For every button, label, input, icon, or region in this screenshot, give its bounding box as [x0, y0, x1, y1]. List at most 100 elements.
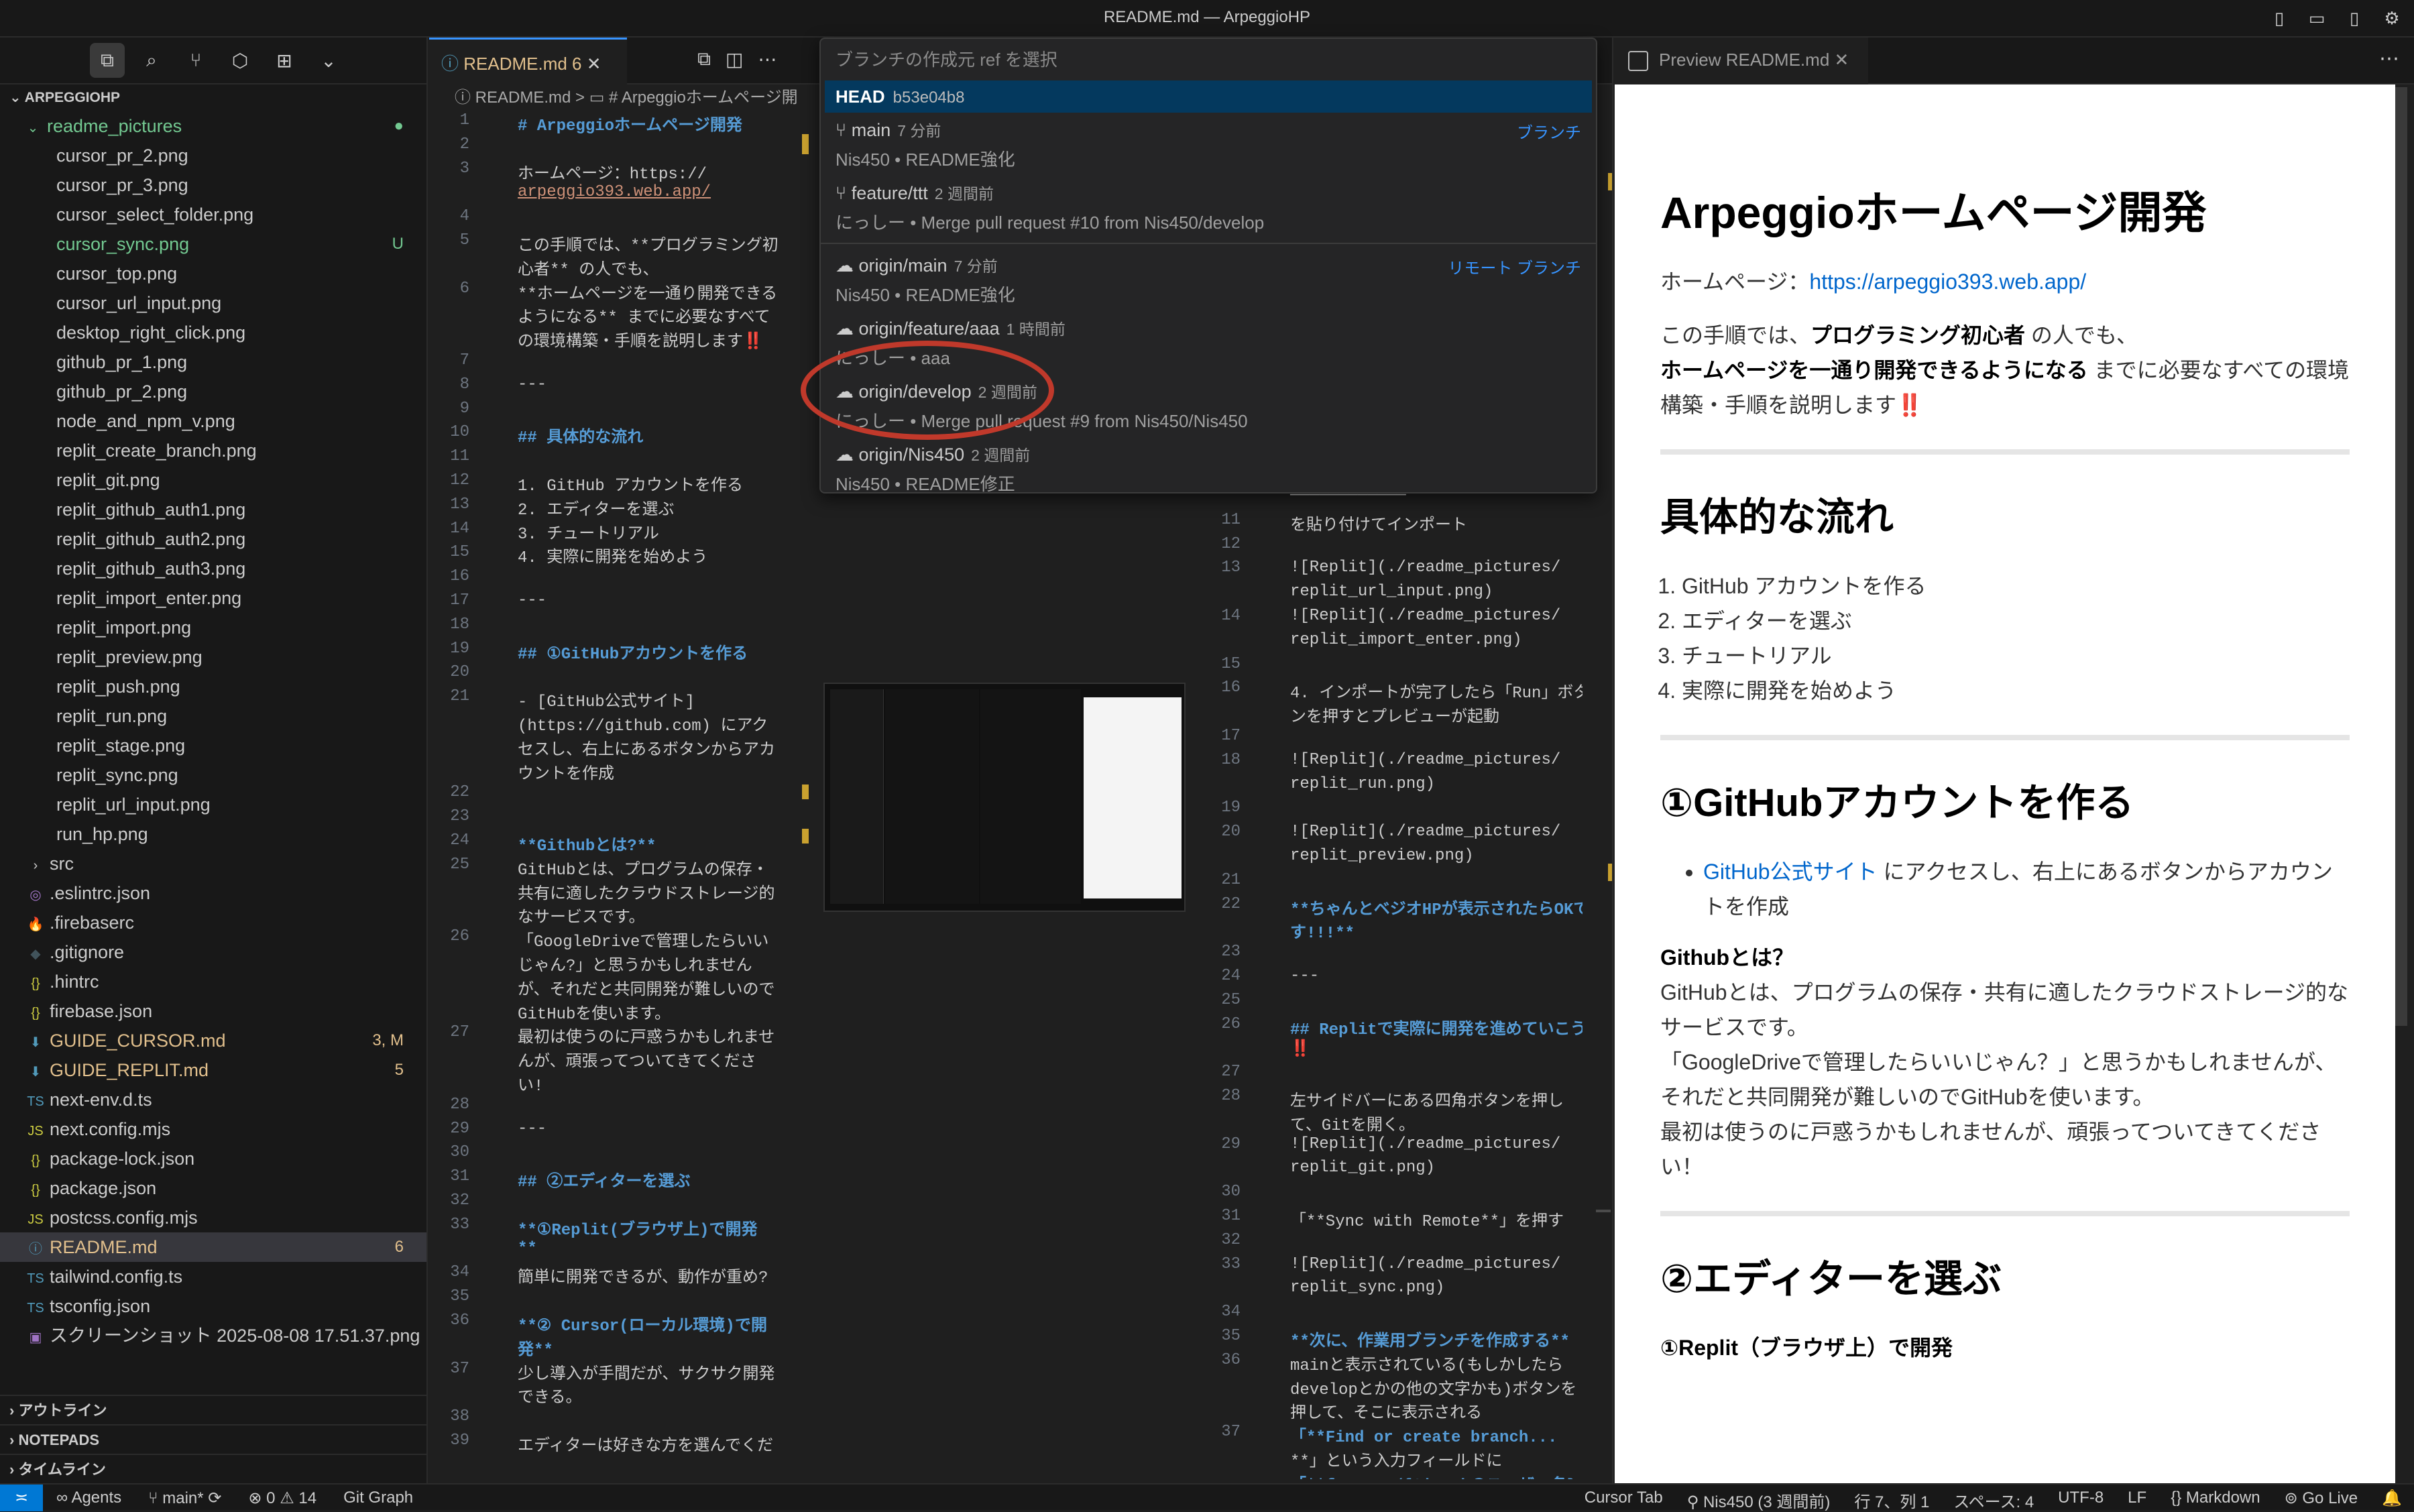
- file-item[interactable]: replit_github_auth2.png: [0, 524, 426, 554]
- file-item[interactable]: TS tsconfig.json: [0, 1291, 426, 1321]
- extensions-box-icon[interactable]: ⬡: [223, 43, 257, 78]
- branch-item-head[interactable]: HEAD b53e04b8: [825, 80, 1592, 113]
- file-item[interactable]: replit_import.png: [0, 613, 426, 642]
- settings-gear-icon[interactable]: ⚙: [2380, 7, 2403, 30]
- chevron-down-icon[interactable]: ⌄: [311, 43, 346, 78]
- close-icon[interactable]: ✕: [1835, 50, 1849, 70]
- file-item[interactable]: {} firebase.json: [0, 996, 426, 1026]
- file-item[interactable]: replit_import_enter.png: [0, 583, 426, 613]
- file-item[interactable]: {} .hintrc: [0, 967, 426, 996]
- file-item[interactable]: cursor_pr_2.png: [0, 141, 426, 170]
- toggle-sidebar-icon[interactable]: ▯: [2268, 7, 2291, 30]
- folder-readme-pictures[interactable]: ⌄ readme_pictures ●: [0, 111, 426, 141]
- more-actions-icon[interactable]: ⋯: [2379, 47, 2399, 70]
- code-line: **ちゃんとベジオHPが表示されたらOKで: [1290, 900, 1583, 919]
- scrollbar-thumb[interactable]: [1596, 1210, 1611, 1212]
- eol[interactable]: LF: [2128, 1489, 2146, 1512]
- file-item[interactable]: run_hp.png: [0, 819, 426, 849]
- file-item[interactable]: TS tailwind.config.ts: [0, 1262, 426, 1291]
- cursor-position[interactable]: 行 7、列 1: [1854, 1489, 1929, 1512]
- file-item[interactable]: ⬇ GUIDE_CURSOR.md 3, M: [0, 1026, 426, 1055]
- file-item[interactable]: cursor_url_input.png: [0, 288, 426, 318]
- home-link[interactable]: https://arpeggio393.web.app/: [1809, 270, 2086, 294]
- file-item[interactable]: 🔥 .firebaserc: [0, 908, 426, 937]
- file-item[interactable]: ⓘ README.md 6: [0, 1232, 426, 1262]
- agents-item[interactable]: ∞ Agents: [56, 1489, 121, 1508]
- split-editor-icon[interactable]: ◫: [726, 48, 743, 70]
- file-item[interactable]: replit_github_auth3.png: [0, 554, 426, 583]
- thumbnail-code: [885, 689, 979, 904]
- file-item[interactable]: replit_run.png: [0, 701, 426, 731]
- explorer-root[interactable]: ⌄ ARPEGGIOHP: [0, 84, 426, 111]
- file-item[interactable]: JS postcss.config.mjs: [0, 1203, 426, 1232]
- remote-indicator-icon[interactable]: ≍: [0, 1485, 43, 1511]
- code-line: ‼️: [1290, 1041, 1310, 1059]
- branch-item[interactable]: ⑂ main* ⟳: [148, 1489, 221, 1508]
- search-icon[interactable]: ⌕: [134, 43, 169, 78]
- file-item[interactable]: node_and_npm_v.png: [0, 406, 426, 436]
- code-line: て、Gitを開く。: [1290, 1116, 1416, 1135]
- notifications-bell-icon[interactable]: 🔔: [2382, 1489, 2402, 1512]
- thumbnail-preview: [1084, 697, 1182, 898]
- code-line: replit_run.png): [1290, 774, 1436, 793]
- section-notepads[interactable]: › NOTEPADS: [0, 1424, 426, 1454]
- file-item[interactable]: {} package.json: [0, 1173, 426, 1203]
- section-outline[interactable]: › アウトライン: [0, 1395, 426, 1424]
- branch-name: ☁ origin/feature/aaa 1 時間前: [836, 316, 1066, 339]
- tab-preview[interactable]: Preview README.md ✕: [1613, 38, 1868, 84]
- file-item[interactable]: replit_sync.png: [0, 760, 426, 790]
- file-item[interactable]: github_pr_2.png: [0, 377, 426, 406]
- file-item[interactable]: ⬇ GUIDE_REPLIT.md 5: [0, 1055, 426, 1085]
- file-item[interactable]: ▣ スクリーンショット 2025-08-08 17.51.37.png: [0, 1321, 426, 1350]
- file-item[interactable]: ◎ .eslintrc.json: [0, 878, 426, 908]
- tab-readme[interactable]: ⓘ README.md 6 ✕: [429, 38, 627, 84]
- branch-picker-input[interactable]: ブランチの作成元 ref を選択: [821, 39, 1596, 80]
- remote-explorer-icon[interactable]: ⊞: [267, 43, 302, 78]
- file-item[interactable]: cursor_top.png: [0, 259, 426, 288]
- branch-item[interactable]: ☁ origin/Nis450 2 週間前 Nis450 • README修正: [821, 437, 1596, 500]
- file-item[interactable]: github_pr_1.png: [0, 347, 426, 377]
- code-line: ## 具体的な流れ: [518, 429, 644, 448]
- file-item[interactable]: replit_create_branch.png: [0, 436, 426, 465]
- branch-label: feature/ttt: [851, 183, 928, 203]
- code-line: 少し導入が手間だが、サクサク開発: [518, 1365, 775, 1384]
- open-preview-icon[interactable]: ⧉: [697, 48, 711, 70]
- toggle-panel-icon[interactable]: ▭: [2305, 7, 2328, 30]
- toggle-secondary-sidebar-icon[interactable]: ▯: [2343, 7, 2366, 30]
- file-item[interactable]: JS next.config.mjs: [0, 1114, 426, 1144]
- branch-item[interactable]: ⑂ main 7 分前 Nis450 • README強化 ブランチ: [821, 113, 1596, 176]
- source-control-icon[interactable]: ⑂: [178, 43, 213, 78]
- file-item[interactable]: desktop_right_click.png: [0, 318, 426, 347]
- more-actions-icon[interactable]: ⋯: [758, 48, 777, 70]
- file-item[interactable]: cursor_select_folder.png: [0, 200, 426, 229]
- git-graph-item[interactable]: Git Graph: [343, 1489, 413, 1508]
- file-item[interactable]: replit_push.png: [0, 672, 426, 701]
- file-item[interactable]: ◆ .gitignore: [0, 937, 426, 967]
- language-mode[interactable]: {} Markdown: [2171, 1489, 2260, 1512]
- branch-item[interactable]: ⑂ feature/ttt 2 週間前 にっしー • Merge pull requ…: [821, 176, 1596, 239]
- close-icon[interactable]: ✕: [587, 54, 601, 74]
- folder-item[interactable]: › src: [0, 849, 426, 878]
- editor-left-pane[interactable]: 1 # Arpeggioホームページ開発 2 3 ホームページ：https://arpe…: [429, 111, 811, 1479]
- section-timeline[interactable]: › タイムライン: [0, 1454, 426, 1483]
- github-link[interactable]: GitHub公式サイト: [1703, 860, 1878, 884]
- file-item[interactable]: {} package-lock.json: [0, 1144, 426, 1173]
- preview-scrollbar[interactable]: [2395, 87, 2407, 1026]
- encoding[interactable]: UTF-8: [2058, 1489, 2104, 1512]
- file-item[interactable]: replit_github_auth1.png: [0, 495, 426, 524]
- file-item[interactable]: replit_url_input.png: [0, 790, 426, 819]
- file-item[interactable]: replit_git.png: [0, 465, 426, 495]
- problems-item[interactable]: ⊗ 0 ⚠ 14: [248, 1489, 317, 1508]
- branch-item[interactable]: ☁ origin/main 7 分前 Nis450 • README強化 リモート ブ…: [821, 248, 1596, 311]
- file-item[interactable]: cursor_sync.png U: [0, 229, 426, 259]
- indentation[interactable]: スペース: 4: [1953, 1489, 2034, 1512]
- blame-item[interactable]: ⚲ Nis450 (3 週間前): [1687, 1489, 1831, 1512]
- explorer-icon[interactable]: ⧉: [90, 43, 125, 78]
- go-live[interactable]: ⊚ Go Live: [2285, 1489, 2358, 1512]
- file-item[interactable]: TS next-env.d.ts: [0, 1085, 426, 1114]
- file-item[interactable]: cursor_pr_3.png: [0, 170, 426, 200]
- editor-right-pane[interactable]: ──────────── 11 を貼り付けてインポート 12 13 ![Replit](.…: [1207, 487, 1583, 1479]
- file-item[interactable]: replit_preview.png: [0, 642, 426, 672]
- file-item[interactable]: replit_stage.png: [0, 731, 426, 760]
- cursor-tab-item[interactable]: Cursor Tab: [1585, 1489, 1663, 1512]
